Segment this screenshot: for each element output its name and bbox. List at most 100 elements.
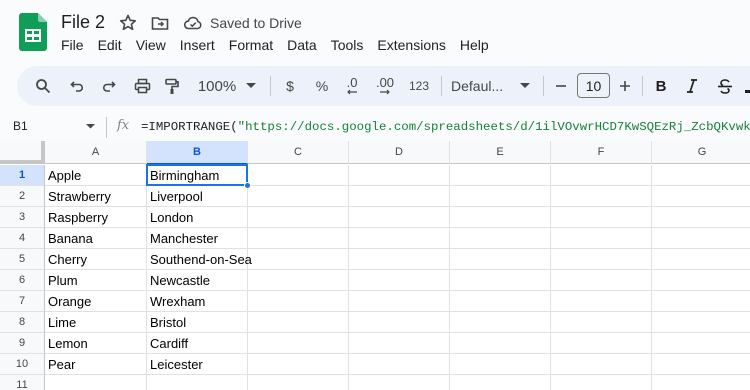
cell-e7[interactable]: [450, 291, 551, 312]
cell-d6[interactable]: [349, 270, 450, 291]
cell-d1[interactable]: [349, 165, 450, 186]
cell-d11[interactable]: [349, 375, 450, 390]
cell-a1[interactable]: Apple: [45, 165, 147, 186]
cell-g5[interactable]: [652, 249, 750, 270]
row-header-2[interactable]: 2: [0, 186, 45, 207]
column-header-d[interactable]: D: [349, 141, 450, 164]
cell-d10[interactable]: [349, 354, 450, 375]
zoom-dropdown[interactable]: [243, 66, 259, 106]
row-header-6[interactable]: 6: [0, 270, 45, 291]
column-header-g[interactable]: G: [652, 141, 750, 164]
percent-format-button[interactable]: %: [313, 66, 331, 106]
cell-g9[interactable]: [652, 333, 750, 354]
search-menus-button[interactable]: [31, 66, 55, 106]
row-header-9[interactable]: 9: [0, 333, 45, 354]
italic-button[interactable]: [683, 66, 701, 106]
spreadsheet-grid[interactable]: A B C D E F G 1 Apple Birmingham 2 Strawberry Liverp…: [0, 141, 750, 390]
cell-e11[interactable]: [450, 375, 551, 390]
cell-f2[interactable]: [551, 186, 652, 207]
menu-edit[interactable]: Edit: [98, 37, 122, 53]
cell-c8[interactable]: [248, 312, 349, 333]
cell-a6[interactable]: Plum: [45, 270, 147, 291]
text-color-button[interactable]: [743, 66, 750, 106]
formula-input[interactable]: =IMPORTRANGE("https://docs.google.com/sp…: [141, 120, 750, 134]
cell-e1[interactable]: [450, 165, 551, 186]
cell-f6[interactable]: [551, 270, 652, 291]
cell-g8[interactable]: [652, 312, 750, 333]
zoom-select[interactable]: 100%: [193, 66, 241, 106]
cell-g6[interactable]: [652, 270, 750, 291]
sheets-logo-icon[interactable]: [19, 13, 47, 51]
cell-a4[interactable]: Banana: [45, 228, 147, 249]
star-icon[interactable]: [118, 13, 138, 33]
cell-b5[interactable]: Southend-on-Sea: [147, 249, 252, 270]
cell-a8[interactable]: Lime: [45, 312, 147, 333]
font-dropdown[interactable]: [517, 66, 533, 106]
font-select[interactable]: Defaul...: [451, 66, 519, 106]
currency-format-button[interactable]: $: [281, 66, 299, 106]
cell-d4[interactable]: [349, 228, 450, 249]
cell-f4[interactable]: [551, 228, 652, 249]
bold-button[interactable]: B: [653, 66, 669, 106]
cell-e5[interactable]: [450, 249, 551, 270]
cell-c3[interactable]: [248, 207, 349, 228]
row-header-10[interactable]: 10: [0, 354, 45, 375]
cell-f7[interactable]: [551, 291, 652, 312]
cell-e2[interactable]: [450, 186, 551, 207]
redo-button[interactable]: [97, 66, 121, 106]
cell-f9[interactable]: [551, 333, 652, 354]
document-title[interactable]: File 2: [61, 12, 105, 33]
cell-f1[interactable]: [551, 165, 652, 186]
fill-handle[interactable]: [244, 182, 251, 189]
cell-b7[interactable]: Wrexham: [147, 291, 248, 312]
row-header-7[interactable]: 7: [0, 291, 45, 312]
cell-a11[interactable]: [45, 375, 147, 390]
caret-down-icon[interactable]: [86, 124, 95, 129]
cell-f5[interactable]: [551, 249, 652, 270]
select-all-corner[interactable]: [0, 141, 45, 164]
cell-g4[interactable]: [652, 228, 750, 249]
cell-b11[interactable]: [147, 375, 248, 390]
decrease-decimal-button[interactable]: .0: [340, 66, 364, 106]
row-header-11[interactable]: 11: [0, 375, 45, 390]
cell-f10[interactable]: [551, 354, 652, 375]
decrease-font-size-button[interactable]: [553, 66, 569, 106]
increase-font-size-button[interactable]: [617, 66, 633, 106]
row-header-5[interactable]: 5: [0, 249, 45, 270]
cell-b3[interactable]: London: [147, 207, 248, 228]
cell-g11[interactable]: [652, 375, 750, 390]
cell-b4[interactable]: Manchester: [147, 228, 248, 249]
cell-d7[interactable]: [349, 291, 450, 312]
cell-g7[interactable]: [652, 291, 750, 312]
cell-b10[interactable]: Leicester: [147, 354, 248, 375]
cell-a7[interactable]: Orange: [45, 291, 147, 312]
strikethrough-button[interactable]: [716, 66, 734, 106]
column-header-e[interactable]: E: [450, 141, 551, 164]
cell-c6[interactable]: [248, 270, 349, 291]
column-header-f[interactable]: F: [551, 141, 652, 164]
cell-c1[interactable]: [248, 165, 349, 186]
cell-f8[interactable]: [551, 312, 652, 333]
paint-format-button[interactable]: [160, 66, 184, 106]
cell-b2[interactable]: Liverpool: [147, 186, 248, 207]
cell-d9[interactable]: [349, 333, 450, 354]
cell-d5[interactable]: [349, 249, 450, 270]
row-header-3[interactable]: 3: [0, 207, 45, 228]
menu-insert[interactable]: Insert: [180, 37, 215, 53]
print-button[interactable]: [130, 66, 154, 106]
move-folder-icon[interactable]: [150, 13, 170, 33]
increase-decimal-button[interactable]: .00: [370, 66, 400, 106]
cell-g2[interactable]: [652, 186, 750, 207]
cell-e10[interactable]: [450, 354, 551, 375]
cell-a3[interactable]: Raspberry: [45, 207, 147, 228]
font-size-input[interactable]: 10: [577, 73, 610, 98]
cell-c11[interactable]: [248, 375, 349, 390]
cloud-done-icon[interactable]: [183, 13, 203, 33]
cell-c10[interactable]: [248, 354, 349, 375]
cell-b6[interactable]: Newcastle: [147, 270, 248, 291]
row-header-4[interactable]: 4: [0, 228, 45, 249]
cell-c7[interactable]: [248, 291, 349, 312]
cell-g1[interactable]: [652, 165, 750, 186]
cell-c9[interactable]: [248, 333, 349, 354]
cell-g10[interactable]: [652, 354, 750, 375]
